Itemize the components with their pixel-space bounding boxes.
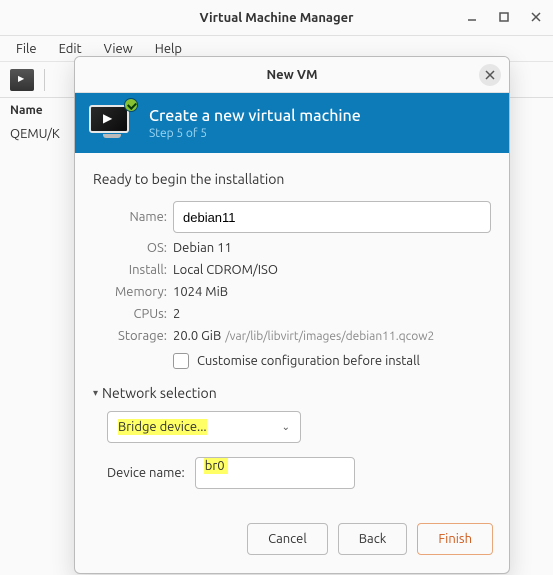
dialog-close-button[interactable] xyxy=(479,64,501,86)
main-title: Virtual Machine Manager xyxy=(200,11,354,25)
device-name-input[interactable]: br0 xyxy=(195,457,355,489)
memory-value: 1024 MiB xyxy=(173,285,491,299)
banner-title: Create a new virtual machine xyxy=(149,107,361,125)
dialog-body: Ready to begin the installation Name: OS… xyxy=(75,153,509,523)
cpus-value: 2 xyxy=(173,307,491,321)
dialog-title: New VM xyxy=(266,68,317,82)
menu-file[interactable]: File xyxy=(6,39,47,59)
dialog-titlebar: New VM xyxy=(75,57,509,93)
new-vm-toolbar-button[interactable] xyxy=(10,69,34,91)
toolbar-separator xyxy=(44,69,45,91)
finish-button[interactable]: Finish xyxy=(417,523,493,555)
main-window: Virtual Machine Manager File Edit View H… xyxy=(0,0,553,575)
maximize-button[interactable] xyxy=(493,6,515,28)
cancel-button[interactable]: Cancel xyxy=(247,523,328,555)
customise-row: Customise configuration before install xyxy=(173,353,491,369)
network-expander-label: Network selection xyxy=(102,385,217,401)
install-label: Install: xyxy=(93,263,167,277)
device-name-row: Device name: br0 xyxy=(107,457,491,489)
network-combo-value: Bridge device... xyxy=(118,419,207,435)
back-button[interactable]: Back xyxy=(338,523,408,555)
storage-size: 20.0 GiB xyxy=(173,329,221,343)
cpus-label: CPUs: xyxy=(93,307,167,321)
minimize-icon xyxy=(466,11,478,23)
maximize-icon xyxy=(498,11,510,23)
summary-grid: Name: OS: Debian 11 Install: Local CDROM… xyxy=(93,201,491,343)
close-button[interactable] xyxy=(525,6,547,28)
name-label: Name: xyxy=(93,210,167,224)
memory-label: Memory: xyxy=(93,285,167,299)
storage-value: 20.0 GiB /var/lib/libvirt/images/debian1… xyxy=(173,329,491,343)
new-vm-dialog: New VM Create a new virtual machine Step… xyxy=(74,56,510,574)
install-value: Local CDROM/ISO xyxy=(173,263,491,277)
os-label: OS: xyxy=(93,241,167,255)
network-combo[interactable]: Bridge device... ⌄ xyxy=(107,411,301,443)
customise-checkbox[interactable] xyxy=(173,353,189,369)
chevron-down-icon: ⌄ xyxy=(282,421,290,433)
close-icon xyxy=(530,11,542,23)
minimize-button[interactable] xyxy=(461,6,483,28)
new-badge-icon xyxy=(125,99,137,111)
dialog-banner: Create a new virtual machine Step 5 of 5 xyxy=(75,93,509,153)
close-icon xyxy=(485,70,495,80)
chevron-down-icon: ▾ xyxy=(93,387,98,399)
storage-path: /var/lib/libvirt/images/debian11.qcow2 xyxy=(225,330,434,343)
banner-subtitle: Step 5 of 5 xyxy=(149,127,361,140)
name-input[interactable] xyxy=(173,201,491,233)
device-name-label: Device name: xyxy=(107,466,185,480)
window-controls xyxy=(461,6,547,28)
main-titlebar: Virtual Machine Manager xyxy=(0,0,553,36)
ready-text: Ready to begin the installation xyxy=(93,171,491,187)
customise-label[interactable]: Customise configuration before install xyxy=(197,354,420,368)
network-expander[interactable]: ▾ Network selection xyxy=(93,385,491,401)
storage-label: Storage: xyxy=(93,329,167,343)
dialog-actions: Cancel Back Finish xyxy=(75,523,509,573)
os-value: Debian 11 xyxy=(173,241,491,255)
device-name-value: br0 xyxy=(204,458,228,474)
computer-icon xyxy=(89,105,135,141)
